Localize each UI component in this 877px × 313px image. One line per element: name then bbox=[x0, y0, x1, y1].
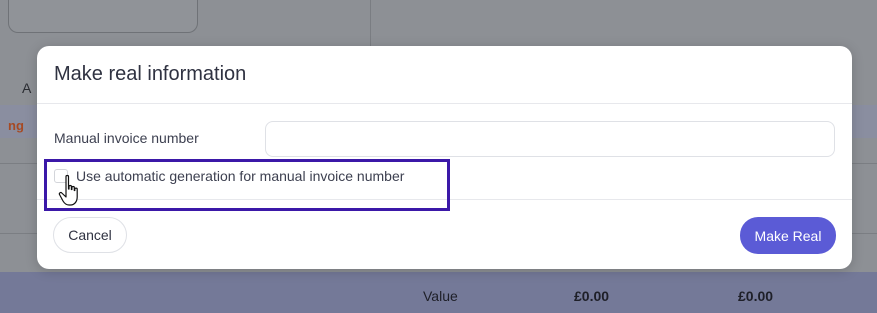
totals-label: Value bbox=[423, 288, 458, 304]
manual-invoice-number-input[interactable] bbox=[265, 121, 835, 157]
manual-invoice-number-label: Manual invoice number bbox=[54, 130, 199, 146]
make-real-dialog: Make real information Manual invoice num… bbox=[37, 46, 852, 269]
dialog-title: Make real information bbox=[54, 63, 247, 85]
background-input-box bbox=[8, 0, 198, 33]
background-row-label: A bbox=[22, 80, 32, 96]
background-status-label: ng bbox=[8, 118, 24, 133]
totals-value: £0.00 bbox=[574, 288, 610, 304]
background-divider bbox=[370, 0, 371, 46]
totals-value: £0.00 bbox=[738, 288, 774, 304]
background-totals-row: Value £0.00 £0.00 bbox=[0, 272, 877, 313]
make-real-button[interactable]: Make Real bbox=[740, 217, 836, 254]
cancel-button[interactable]: Cancel bbox=[53, 217, 127, 253]
dialog-divider bbox=[37, 103, 852, 104]
highlight-annotation bbox=[44, 159, 450, 211]
hand-pointer-icon bbox=[58, 174, 78, 206]
